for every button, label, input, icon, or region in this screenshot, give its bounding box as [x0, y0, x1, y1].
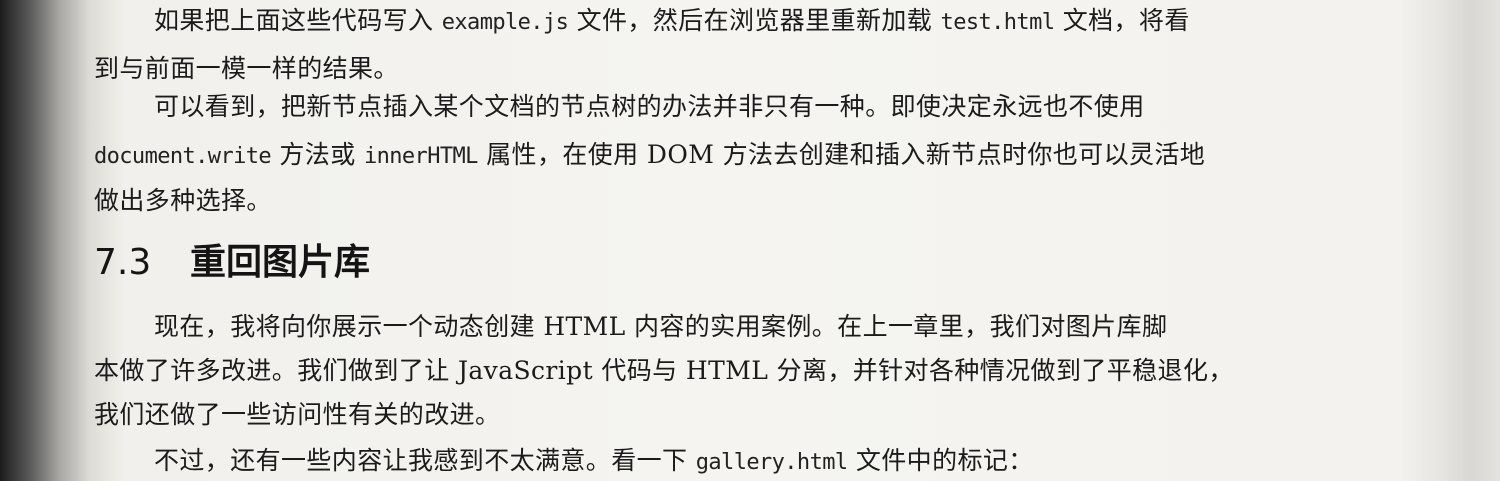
text: 文档，将看: [1062, 6, 1190, 35]
code-filename-gallery-html: gallery.html: [695, 450, 848, 475]
code-document-write: document.write: [94, 144, 272, 169]
text: 属性，在使用 DOM 方法去创建和插入新节点时你也可以灵活地: [486, 140, 1206, 169]
text: 不过，还有一些内容让我感到不太满意。看一下: [154, 446, 688, 475]
text: 文件，然后在浏览器里重新加载: [576, 6, 933, 35]
paragraph-4-line-1: 不过，还有一些内容让我感到不太满意。看一下 gallery.html 文件中的标…: [154, 444, 1034, 480]
code-filename-example-js: example.js: [441, 10, 569, 35]
paragraph-1-line-2: 到与前面一模一样的结果。: [94, 54, 399, 83]
book-page: 如果把上面这些代码写入 example.js 文件，然后在浏览器里重新加载 te…: [0, 0, 1500, 481]
paragraph-3-line-3: 我们还做了一些访问性有关的改进。: [94, 400, 501, 429]
section-heading: 7.3 重回图片库: [94, 240, 370, 286]
section-number: 7.3: [94, 242, 152, 283]
paragraph-1-line-1: 如果把上面这些代码写入 example.js 文件，然后在浏览器里重新加载 te…: [154, 4, 1190, 40]
section-title: 重回图片库: [190, 242, 371, 283]
paragraph-2-line-3: 做出多种选择。: [94, 186, 272, 215]
code-innerhtml: innerHTML: [363, 144, 478, 169]
code-filename-test-html: test.html: [940, 10, 1055, 35]
paragraph-2-line-2: document.write 方法或 innerHTML 属性，在使用 DOM …: [94, 138, 1205, 174]
text: 方法或: [279, 140, 356, 169]
paragraph-3-line-2: 本做了许多改进。我们做到了让 JavaScript 代码与 HTML 分离，并针…: [94, 356, 1234, 385]
paragraph-2-line-1: 可以看到，把新节点插入某个文档的节点树的办法并非只有一种。即使决定永远也不使用: [154, 92, 1145, 121]
text: 文件中的标记：: [855, 446, 1034, 475]
text: 如果把上面这些代码写入: [154, 6, 434, 35]
paragraph-3-line-1: 现在，我将向你展示一个动态创建 HTML 内容的实用案例。在上一章里，我们对图片…: [154, 312, 1168, 341]
